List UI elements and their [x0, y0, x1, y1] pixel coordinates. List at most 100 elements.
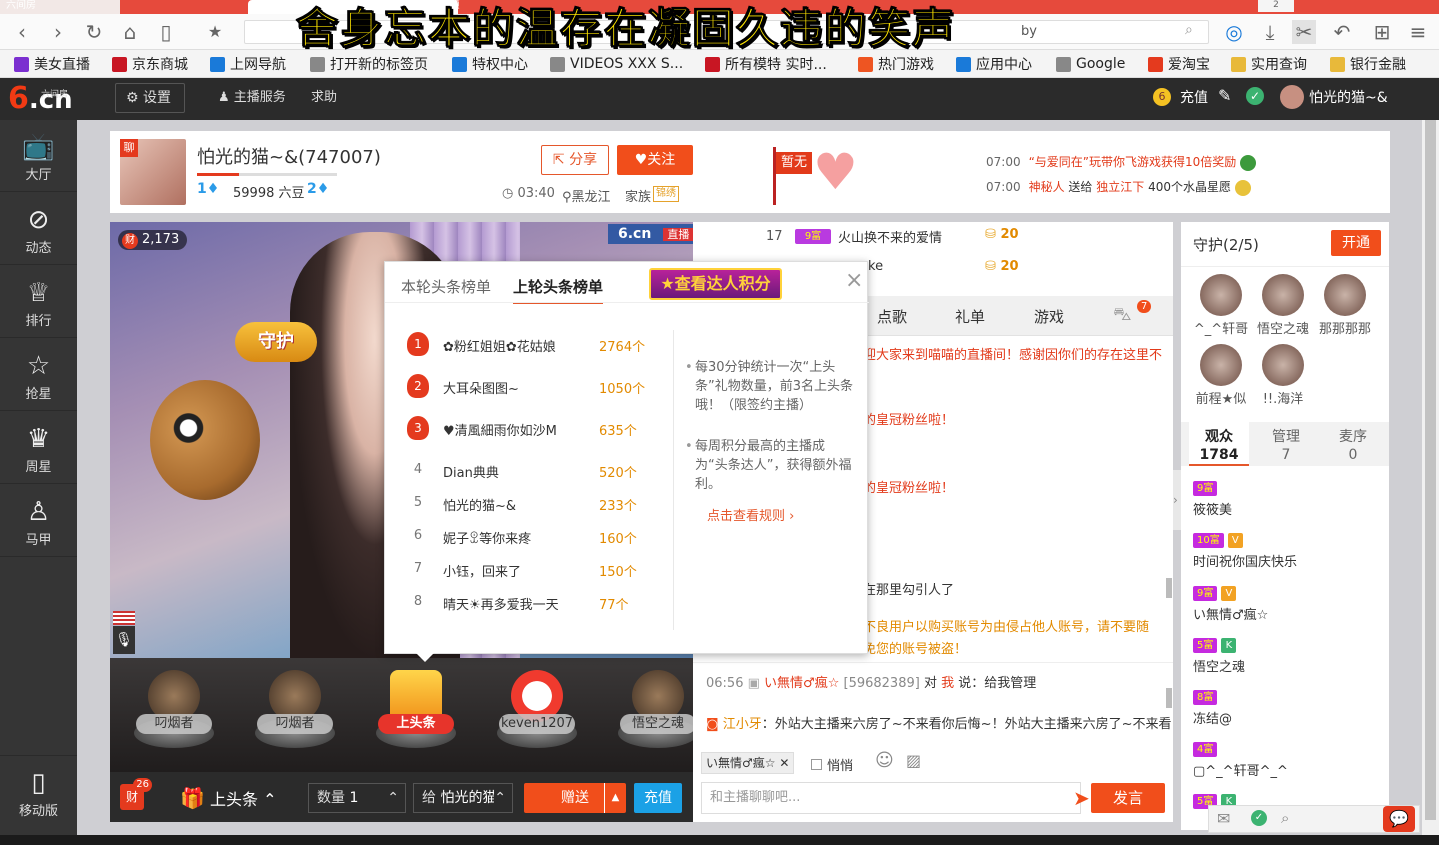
headline-rank-row[interactable]: 7 小钰，回来了 150个	[407, 557, 647, 581]
wealth-box-icon[interactable]: 财 26	[120, 778, 152, 810]
check-icon[interactable]: ✓	[1251, 810, 1267, 826]
search-icon[interactable]: ⌕	[1185, 22, 1193, 38]
tab-audience-1[interactable]: 管理 7	[1256, 428, 1316, 464]
page-scrollbar[interactable]	[1422, 120, 1439, 835]
sidebar-item-crown[interactable]: ♕ 排行	[0, 266, 77, 338]
tab-audience-0[interactable]: 观众 1784	[1189, 422, 1249, 466]
reload-icon[interactable]: ↻	[82, 20, 106, 44]
bookmark-item[interactable]: 应用中心	[956, 54, 1032, 74]
selected-gift[interactable]: 🎁 上头条 ⌃	[180, 786, 277, 810]
bookmark-item[interactable]: 实用查询	[1231, 54, 1307, 74]
scissors-icon[interactable]: ✂	[1292, 20, 1316, 44]
bookmark-item[interactable]: Google	[1056, 54, 1125, 74]
playlist-icon[interactable]	[113, 611, 135, 625]
bookmark-item[interactable]: 爱淘宝	[1148, 54, 1210, 74]
tab-audience-2[interactable]: 麦序 0	[1323, 428, 1383, 464]
guard-member[interactable]: !!.海洋	[1252, 344, 1314, 407]
microphone-icon[interactable]: 🎙	[113, 626, 135, 654]
emoji-icon[interactable]: ☺	[875, 750, 894, 771]
stage-seat[interactable]: 上头条	[366, 668, 466, 760]
zoom-icon[interactable]: ⌕	[1281, 809, 1289, 827]
quantity-selector[interactable]: 数量 1 ⌃	[308, 783, 406, 813]
rank-name[interactable]: ke	[868, 259, 883, 274]
search-engine-icon[interactable]: ◎	[1222, 20, 1246, 44]
headline-rank-row[interactable]: 6 妮子ꀾ等你来疼 160个	[407, 524, 647, 548]
post-button[interactable]: 发言	[1091, 783, 1165, 813]
tab-songs[interactable]: 点歌	[877, 306, 907, 327]
bookmark-item[interactable]: 打开新的标签页	[310, 54, 428, 74]
scrollbar-thumb[interactable]	[1425, 120, 1436, 820]
family-tag[interactable]: 锦绣	[653, 186, 679, 202]
edit-icon[interactable]: ✎	[1218, 86, 1231, 105]
open-guard-button[interactable]: 开通	[1331, 230, 1381, 256]
bookmark-item[interactable]: 热门游戏	[858, 54, 934, 74]
guard-member[interactable]: ^_^轩哥	[1190, 274, 1252, 337]
chat-target[interactable]: 我	[941, 676, 954, 691]
announcement-text[interactable]: “与爱同在”玩带你飞游戏获得10倍奖励	[1029, 155, 1237, 169]
stage-seat[interactable]: 叼烟者	[245, 668, 345, 760]
sidebar-item-mobile[interactable]: ▯ 移动版	[0, 755, 77, 827]
image-icon[interactable]: ▨	[906, 751, 921, 770]
download-icon[interactable]: ⤓	[1258, 20, 1282, 44]
caret-up-icon[interactable]: ▲	[604, 783, 626, 813]
tab-current-round[interactable]: 本轮头条榜单	[401, 276, 491, 297]
user-avatar[interactable]	[1280, 85, 1304, 109]
audience-user[interactable]: 5富 K 悟空之魂	[1193, 637, 1245, 675]
paper-plane-icon[interactable]: ➤	[1073, 786, 1090, 810]
audience-user[interactable]: 8富 冻结@	[1193, 689, 1232, 727]
extension-icon[interactable]: ⊞	[1370, 20, 1394, 44]
chat-scrollbar[interactable]	[1166, 688, 1172, 708]
recipient-selector[interactable]: 给 怕光的猫 ⌃	[413, 783, 513, 813]
guard-member[interactable]: 那那那那	[1314, 274, 1376, 337]
chat-scrollbar[interactable]	[1166, 578, 1172, 598]
sidebar-item-compass[interactable]: ⊘ 动态	[0, 193, 77, 265]
chat-user[interactable]: 江小牙	[723, 717, 762, 732]
sidebar-item-star[interactable]: ☆ 抢星	[0, 339, 77, 411]
recharge-button[interactable]: 充值	[634, 783, 682, 813]
tab-games[interactable]: 游戏	[1034, 306, 1064, 327]
recharge-link[interactable]: 充值	[1180, 87, 1208, 107]
whisper-checkbox[interactable]: 悄悄	[811, 755, 853, 774]
back-icon[interactable]: ‹	[10, 20, 34, 44]
bookmark-star-icon[interactable]: ★	[203, 20, 227, 44]
tab-gift-list[interactable]: 礼单	[955, 306, 985, 327]
headline-rank-row[interactable]: 1 ✿粉红姐姐✿花姑娘 2764个	[407, 332, 647, 356]
bookmark-item[interactable]: 美女直播	[14, 54, 90, 74]
site-logo[interactable]: 6.cn 六间房	[8, 82, 78, 116]
sidebar-item-cup[interactable]: ♛ 周星	[0, 412, 77, 484]
anchor-avatar[interactable]: 聊	[120, 139, 186, 205]
sidebar-item-tv[interactable]: 📺 大厅	[0, 120, 77, 192]
headline-rank-row[interactable]: 4 Dian典典 520个	[407, 458, 647, 482]
announcement-sender[interactable]: 神秘人	[1029, 180, 1065, 194]
home-icon[interactable]: ⌂	[118, 20, 142, 44]
bookmark-item[interactable]: 特权中心	[452, 54, 528, 74]
rank-name[interactable]: 火山换不来的爱情	[838, 227, 942, 246]
headline-rank-row[interactable]: 8 晴天☀再多爱我一天 77个	[407, 590, 647, 614]
close-icon[interactable]: ✕	[779, 756, 789, 770]
tab-last-round[interactable]: 上轮头条榜单	[513, 276, 604, 304]
car-icon[interactable]: ⛍	[1113, 304, 1132, 328]
follow-button[interactable]: ♥关注	[617, 145, 693, 175]
sidebar-item-vest[interactable]: ♙ 马甲	[0, 485, 77, 557]
headline-rank-row[interactable]: 3 ♥清風細雨你如沙M 635个	[407, 416, 647, 440]
share-button[interactable]: ⇱ 分享	[541, 145, 609, 175]
stage-seat[interactable]: 叼烟者	[124, 668, 224, 760]
guard-member[interactable]: 前程★似	[1190, 344, 1252, 407]
reader-icon[interactable]: ▯	[154, 20, 178, 44]
guard-member[interactable]: 悟空之魂	[1252, 274, 1314, 337]
undo-icon[interactable]: ↶	[1330, 20, 1354, 44]
browser-tab[interactable]: 六间房	[0, 0, 120, 14]
chat-input[interactable]: 和主播聊聊吧...	[701, 782, 1081, 814]
chat-target-chip[interactable]: い無情♂瘋☆ ✕	[701, 752, 795, 774]
audience-user[interactable]: 10富 V 时间祝你国庆快乐	[1193, 532, 1297, 570]
forward-icon[interactable]: ›	[46, 20, 70, 44]
audience-user[interactable]: 9富 筱筱美	[1193, 480, 1232, 518]
bookmark-item[interactable]: 上网导航	[210, 54, 286, 74]
bookmark-item[interactable]: 所有模特 实时...	[705, 54, 827, 74]
headline-rank-row[interactable]: 2 大耳朵图图~ 1050个	[407, 374, 647, 398]
announcement-receiver[interactable]: 独立江下	[1096, 180, 1144, 194]
menu-icon[interactable]: ≡	[1406, 20, 1430, 44]
chat-bubble-icon[interactable]: 💬	[1383, 806, 1415, 832]
audience-user[interactable]: 9富 V い無情♂瘋☆	[1193, 585, 1268, 623]
view-points-button[interactable]: ★查看达人积分	[649, 268, 782, 300]
